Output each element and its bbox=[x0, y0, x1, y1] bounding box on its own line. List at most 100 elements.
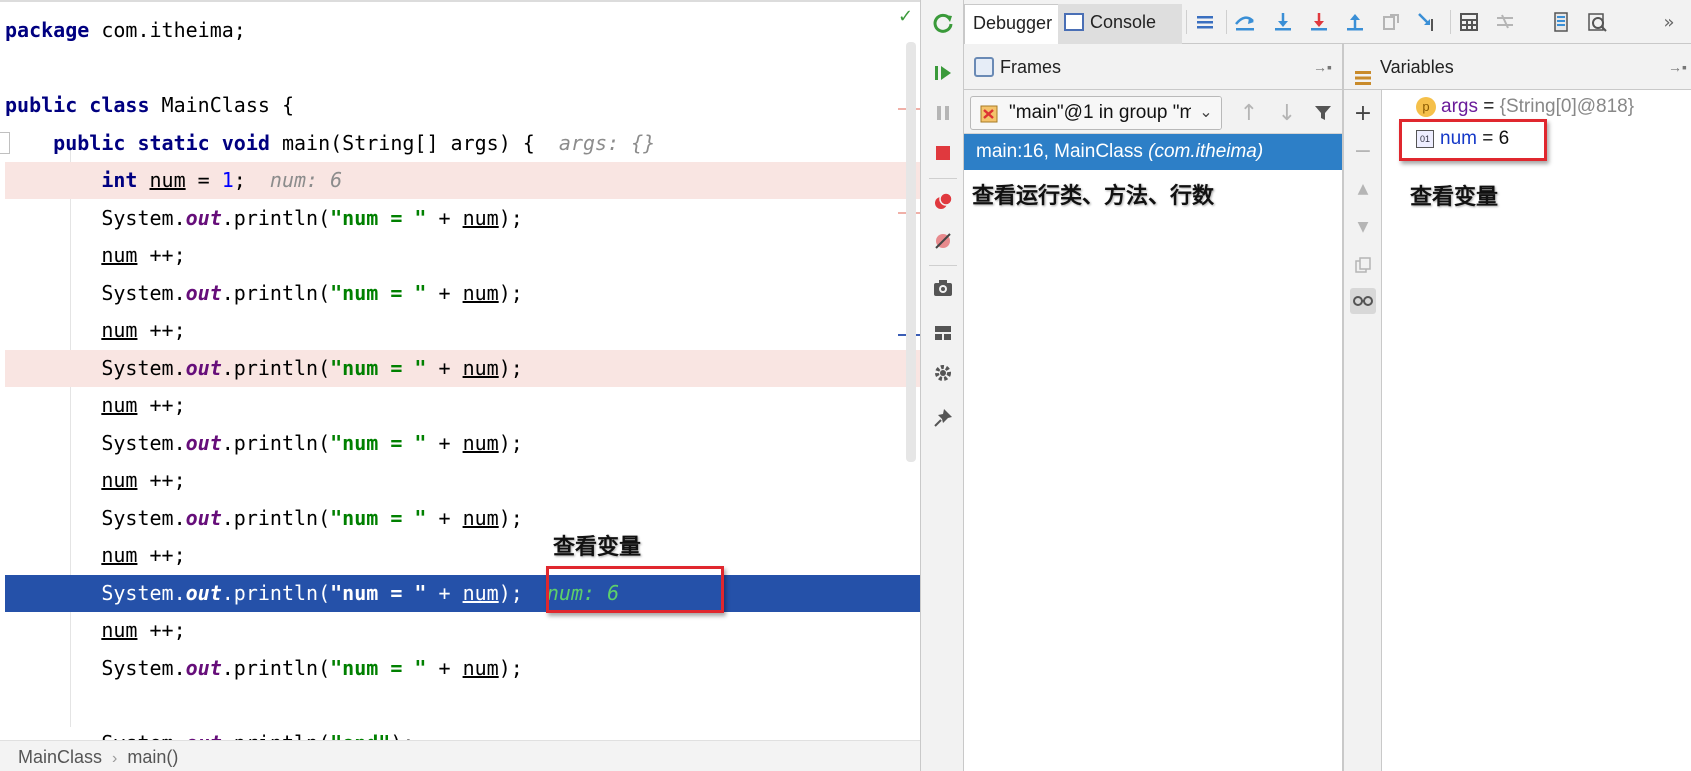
drop-frame-icon[interactable] bbox=[1378, 9, 1404, 35]
filter-icon[interactable] bbox=[1310, 100, 1336, 126]
code-line[interactable]: System.out.println("num = " + num); bbox=[5, 650, 920, 687]
code-token: .println( bbox=[221, 430, 331, 455]
rerun-icon[interactable] bbox=[930, 10, 956, 36]
code-token: System. bbox=[5, 580, 186, 605]
remove-watch-icon[interactable]: − bbox=[1350, 138, 1376, 164]
breakpoint-line[interactable]: System.out.println("num = " + num); bbox=[5, 349, 920, 387]
code-line[interactable]: num ++; bbox=[5, 312, 920, 349]
current-execution-line[interactable]: System.out.println("num = " + num); num:… bbox=[5, 574, 920, 612]
code-token: 6 bbox=[330, 168, 343, 192]
variables-icon bbox=[1354, 58, 1372, 85]
code-token: ++; bbox=[137, 618, 186, 642]
editor-scrollbar[interactable] bbox=[906, 42, 916, 462]
code-token: ++; bbox=[137, 393, 186, 417]
code-token: + bbox=[426, 505, 463, 530]
hide-panel-icon[interactable]: →▪ bbox=[1313, 44, 1332, 90]
code-token: package bbox=[5, 18, 102, 42]
frame-list-item[interactable]: main:16, MainClass (com.itheima) bbox=[964, 134, 1342, 170]
code-line[interactable]: System.out.println("num = " + num); bbox=[5, 200, 920, 237]
stop-icon[interactable] bbox=[930, 140, 956, 166]
force-step-into-icon[interactable] bbox=[1306, 9, 1332, 35]
code-token: num bbox=[101, 243, 138, 267]
code-line[interactable]: num ++; bbox=[5, 537, 920, 574]
code-line[interactable]: public class MainClass { bbox=[5, 87, 920, 124]
code-line[interactable]: num ++; bbox=[5, 387, 920, 424]
add-watch-icon[interactable]: + bbox=[1350, 100, 1376, 126]
move-down-icon[interactable]: ▼ bbox=[1350, 214, 1376, 240]
variable-value: {String[0]@818} bbox=[1499, 96, 1635, 117]
param-badge-icon: p bbox=[1416, 96, 1436, 117]
breadcrumb-method[interactable]: main() bbox=[127, 747, 178, 767]
chevron-down-icon[interactable]: ⌄ bbox=[1191, 97, 1221, 129]
trace-current-stream-icon[interactable] bbox=[1492, 9, 1518, 35]
code-token: + bbox=[426, 580, 463, 605]
step-over-icon[interactable] bbox=[1232, 9, 1258, 35]
code-line[interactable]: package com.itheima; bbox=[5, 12, 920, 49]
run-to-cursor-icon[interactable] bbox=[1414, 9, 1440, 35]
code-token: "num = " bbox=[330, 280, 427, 305]
arrow-down-icon[interactable]: ↓ bbox=[1274, 100, 1300, 126]
thread-dropdown[interactable]: "main"@1 in group "main": RUNNING ⌄ bbox=[970, 96, 1222, 130]
annotation-variables-label: 查看变量 bbox=[1410, 185, 1499, 210]
code-line[interactable] bbox=[5, 687, 920, 724]
frames-panel: Frames →▪ "main"@1 in group "main": RUNN… bbox=[964, 44, 1344, 771]
tab-debugger[interactable]: Debugger bbox=[964, 4, 1062, 44]
code-token: MainClass { bbox=[161, 93, 294, 117]
camera-icon[interactable] bbox=[930, 275, 956, 301]
breadcrumb-separator: › bbox=[112, 750, 118, 767]
code-line[interactable]: num ++; bbox=[5, 237, 920, 274]
code-line[interactable]: num ++; bbox=[5, 612, 920, 649]
move-up-icon[interactable]: ▲ bbox=[1350, 176, 1376, 202]
resume-icon[interactable] bbox=[930, 60, 956, 86]
overhead-icon[interactable] bbox=[1584, 9, 1610, 35]
code-line[interactable]: public static void main(String[] args) {… bbox=[5, 125, 920, 162]
variables-panel: Variables →▪ + − ▲ ▼ p args = {String[0]@… bbox=[1344, 44, 1691, 771]
code-token: .println( bbox=[221, 355, 331, 380]
more-actions-icon[interactable]: » bbox=[1656, 9, 1682, 35]
settings-gear-icon[interactable] bbox=[930, 360, 956, 386]
step-into-icon[interactable] bbox=[1270, 9, 1296, 35]
code-token: main(String[] args) { bbox=[281, 130, 559, 155]
code-token: num bbox=[462, 355, 499, 380]
code-token: ); bbox=[498, 280, 523, 305]
memory-view-icon[interactable] bbox=[1548, 9, 1574, 35]
code-token: num bbox=[101, 318, 138, 342]
breadcrumb-class[interactable]: MainClass bbox=[18, 747, 102, 767]
mute-breakpoints-icon[interactable] bbox=[930, 228, 956, 254]
show-watches-icon[interactable] bbox=[1350, 288, 1376, 314]
code-line[interactable]: num ++; bbox=[5, 462, 920, 499]
code-editor[interactable]: package com.itheima; public class MainCla… bbox=[0, 0, 920, 771]
variable-row-args[interactable]: p args = {String[0]@818} bbox=[1416, 92, 1634, 122]
code-token: num bbox=[101, 393, 138, 417]
arrow-up-icon[interactable]: ↑ bbox=[1236, 100, 1262, 126]
code-line[interactable]: System.out.println("num = " + num); bbox=[5, 425, 920, 462]
code-token: System. bbox=[5, 205, 186, 230]
step-out-icon[interactable] bbox=[1342, 9, 1368, 35]
code-token: ++; bbox=[137, 318, 186, 342]
code-line[interactable]: System.out.println("num = " + num); bbox=[5, 500, 920, 537]
show-execution-point-icon[interactable] bbox=[1192, 9, 1218, 35]
frames-icon bbox=[974, 57, 994, 77]
hide-panel-icon[interactable]: →▪ bbox=[1668, 44, 1687, 90]
code-line[interactable]: System.out.println("num = " + num); bbox=[5, 275, 920, 312]
code-token: ); bbox=[498, 205, 523, 230]
code-token: ++; bbox=[137, 468, 186, 492]
pin-icon[interactable] bbox=[930, 405, 956, 431]
code-token: com.itheima; bbox=[101, 18, 246, 42]
pause-icon[interactable] bbox=[930, 100, 956, 126]
restore-layout-icon[interactable] bbox=[930, 320, 956, 346]
tab-console[interactable]: Console bbox=[1058, 4, 1182, 44]
code-token: num bbox=[462, 505, 499, 530]
evaluate-expression-icon[interactable] bbox=[1456, 9, 1482, 35]
code-token: ++; bbox=[137, 543, 186, 567]
code-token: ); bbox=[498, 430, 523, 455]
code-token: ); bbox=[498, 580, 547, 605]
annotation-editor-label: 查看变量 bbox=[553, 535, 642, 560]
breakpoint-line[interactable]: int num = 1; num: 6 bbox=[5, 162, 920, 199]
tab-console-label: Console bbox=[1090, 12, 1157, 32]
code-token: ); bbox=[498, 505, 523, 530]
code-line[interactable] bbox=[5, 50, 920, 87]
copy-icon[interactable] bbox=[1350, 252, 1376, 278]
view-breakpoints-icon[interactable] bbox=[930, 188, 956, 214]
